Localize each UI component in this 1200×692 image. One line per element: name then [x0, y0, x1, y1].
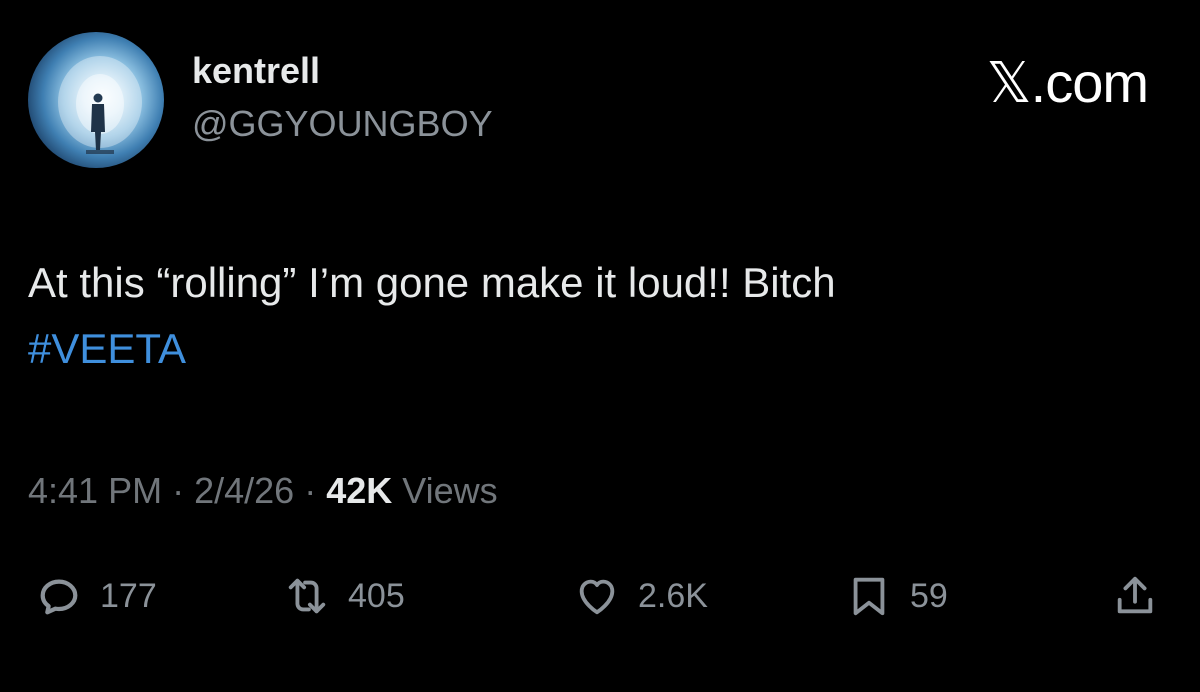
reply-button[interactable]: 177 — [36, 566, 157, 626]
bookmark-count: 59 — [910, 576, 948, 615]
repost-count: 405 — [348, 576, 405, 615]
profile-photo-icon — [58, 56, 142, 154]
meta-separator: · — [172, 470, 185, 511]
tweet-card: kentrell @GGYOUNGBOY 𝕏.com At this “roll… — [0, 0, 1200, 692]
tweet-date[interactable]: 2/4/26 — [194, 470, 294, 511]
repost-icon — [288, 578, 326, 614]
avatar[interactable] — [28, 32, 164, 168]
tweet-text: At this “rolling” I’m gone make it loud!… — [28, 259, 836, 306]
heart-icon — [579, 579, 615, 615]
reply-count: 177 — [100, 576, 157, 615]
like-count: 2.6K — [638, 576, 708, 615]
share-icon — [1117, 576, 1153, 614]
hashtag-link[interactable]: #VEETA — [28, 316, 1148, 382]
share-button[interactable] — [1112, 566, 1158, 626]
repost-button[interactable]: 405 — [284, 566, 405, 626]
tweet-body: At this “rolling” I’m gone make it loud!… — [28, 250, 1148, 382]
views-label: Views — [402, 470, 498, 511]
like-button[interactable]: 2.6K — [574, 566, 708, 626]
views-count: 42K — [326, 470, 393, 511]
reply-icon — [40, 579, 78, 615]
tweet-meta: 4:41 PM · 2/4/26 · 42K Views — [28, 470, 498, 512]
bookmark-button[interactable]: 59 — [846, 566, 948, 626]
meta-separator: · — [304, 470, 317, 511]
display-name[interactable]: kentrell — [192, 50, 320, 92]
action-bar: 177 405 2.6K 59 — [0, 566, 1200, 626]
user-handle[interactable]: @GGYOUNGBOY — [192, 103, 493, 145]
x-logo: 𝕏.com — [986, 51, 1149, 114]
tweet-time[interactable]: 4:41 PM — [28, 470, 162, 511]
bookmark-icon — [853, 577, 885, 616]
